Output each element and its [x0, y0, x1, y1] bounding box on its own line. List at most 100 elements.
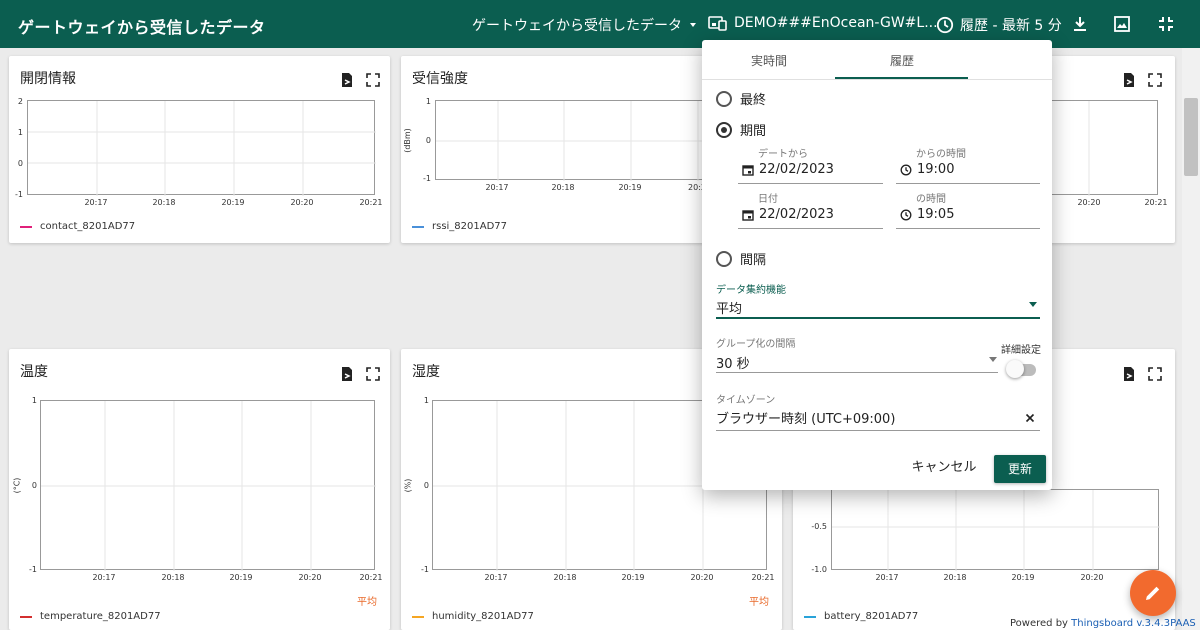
x-tick: 20:17	[484, 573, 508, 582]
x-tick: 20:21	[1144, 198, 1168, 207]
tab-history[interactable]: 履歴	[836, 52, 968, 69]
grouping-interval-select[interactable]: 30 秒	[716, 353, 750, 372]
y-tick: 1	[425, 97, 431, 106]
legend-item[interactable]: temperature_8201AD77	[20, 611, 161, 622]
dropdown-arrow-icon[interactable]	[1029, 302, 1037, 308]
to-date-field[interactable]: 22/02/2023	[742, 207, 834, 222]
legend-swatch	[412, 615, 424, 618]
edit-dashboard-button[interactable]	[1130, 570, 1176, 616]
x-tick: 20:20	[1080, 573, 1104, 582]
y-axis-unit: (%)	[403, 478, 413, 493]
y-tick: 1	[31, 396, 37, 405]
download-icon[interactable]	[1070, 14, 1090, 34]
grouping-interval-value: 30 秒	[716, 357, 750, 372]
legend-item[interactable]: humidity_8201AD77	[412, 611, 534, 622]
update-button[interactable]: 更新	[994, 455, 1046, 483]
timezone-value: ブラウザー時刻 (UTC+09:00)	[716, 412, 896, 427]
state-selector-label: ゲートウェイから受信したデータ	[472, 18, 682, 34]
y-tick: -1.0	[811, 565, 827, 574]
x-tick: 20:19	[1011, 573, 1035, 582]
option-range[interactable]: 期間	[716, 120, 766, 139]
chart-grid	[41, 401, 376, 571]
aggregation-label: 平均	[357, 597, 377, 608]
legend-label: battery_8201AD77	[824, 611, 919, 622]
export-image-icon[interactable]	[1112, 14, 1132, 34]
x-tick: 20:20	[690, 573, 714, 582]
dropdown-arrow-icon	[690, 23, 696, 27]
fullscreen-icon[interactable]	[1147, 72, 1163, 88]
widget-contact: 開閉情報 2 1 0 -1 20:17 20:18 20:19 20:20 20…	[9, 56, 390, 243]
dropdown-arrow-icon[interactable]	[989, 357, 997, 363]
legend-item[interactable]: contact_8201AD77	[20, 221, 135, 232]
legend-swatch	[20, 225, 32, 228]
entity-selector[interactable]: DEMO###EnOcean-GW#L...	[708, 15, 938, 31]
scrollbar-thumb[interactable]	[1184, 98, 1198, 176]
cancel-button[interactable]: キャンセル	[910, 456, 978, 480]
y-tick: 2	[17, 97, 23, 106]
legend-swatch	[20, 615, 32, 618]
dashboard-state-selector[interactable]: ゲートウェイから受信したデータ	[472, 15, 698, 35]
legend-label: humidity_8201AD77	[432, 611, 534, 622]
x-tick: 20:20	[1077, 198, 1101, 207]
x-tick: 20:21	[751, 573, 775, 582]
to-date-label: 日付	[758, 194, 778, 205]
aggregation-underline	[716, 317, 1040, 319]
radio-range[interactable]	[716, 121, 732, 138]
tab-realtime[interactable]: 実時間	[703, 52, 835, 69]
export-file-icon[interactable]	[1121, 366, 1137, 382]
timezone-underline	[716, 430, 1040, 431]
exit-fullscreen-icon[interactable]	[1156, 14, 1176, 34]
clear-icon[interactable]	[1025, 413, 1035, 423]
x-tick: 20:21	[359, 573, 383, 582]
from-date-value: 22/02/2023	[759, 162, 834, 177]
tabs-divider	[702, 79, 1052, 80]
to-date-value: 22/02/2023	[759, 207, 834, 222]
x-tick: 20:18	[152, 198, 176, 207]
y-tick: 1	[17, 128, 23, 137]
to-time-underline	[896, 228, 1040, 229]
option-last[interactable]: 最終	[716, 89, 766, 108]
export-file-icon[interactable]	[1121, 72, 1137, 88]
chart-plot-area	[831, 489, 1160, 571]
fullscreen-icon[interactable]	[365, 72, 381, 88]
toggle-knob[interactable]	[1006, 360, 1024, 378]
radio-interval[interactable]	[716, 250, 732, 267]
chart-plot-area	[40, 400, 376, 571]
y-tick: -1	[15, 190, 23, 199]
export-file-icon[interactable]	[339, 72, 355, 88]
grouping-interval-label: グループ化の間隔	[716, 339, 796, 350]
thingsboard-link[interactable]: Thingsboard v.3.4.3PAAS	[1071, 618, 1196, 629]
pencil-icon	[1146, 586, 1160, 600]
to-time-field[interactable]: 19:05	[900, 207, 954, 222]
from-date-field[interactable]: 22/02/2023	[742, 162, 834, 177]
fullscreen-icon[interactable]	[365, 366, 381, 382]
from-time-label: からの時間	[916, 149, 966, 160]
y-tick: -1	[423, 174, 431, 183]
x-tick: 20:18	[161, 573, 185, 582]
from-time-value: 19:00	[917, 162, 955, 177]
chart-grid	[28, 101, 376, 196]
timewindow-button[interactable]: 履歴 - 最新 5 分	[936, 15, 1062, 35]
x-tick: 20:19	[229, 573, 253, 582]
x-tick: 20:17	[485, 183, 509, 192]
option-last-label: 最終	[740, 93, 767, 108]
aggregation-label: 平均	[749, 597, 769, 608]
from-time-field[interactable]: 19:00	[900, 162, 954, 177]
x-tick: 20:18	[553, 573, 577, 582]
advanced-settings-label: 詳細設定	[1001, 345, 1041, 356]
option-range-label: 期間	[740, 124, 767, 139]
from-date-label: デートから	[758, 149, 808, 160]
timezone-field[interactable]: ブラウザー時刻 (UTC+09:00)	[716, 408, 895, 427]
fullscreen-icon[interactable]	[1147, 366, 1163, 382]
y-tick: 0	[31, 481, 37, 490]
x-tick: 20:20	[290, 198, 314, 207]
x-tick: 20:17	[84, 198, 108, 207]
legend-item[interactable]: battery_8201AD77	[804, 611, 918, 622]
option-interval[interactable]: 間隔	[716, 249, 766, 268]
export-file-icon[interactable]	[339, 366, 355, 382]
legend-item[interactable]: rssi_8201AD77	[412, 221, 507, 232]
aggregation-select[interactable]: 平均	[716, 298, 742, 317]
x-tick: 20:17	[875, 573, 899, 582]
radio-last[interactable]	[716, 90, 732, 107]
y-tick: -1	[29, 565, 37, 574]
